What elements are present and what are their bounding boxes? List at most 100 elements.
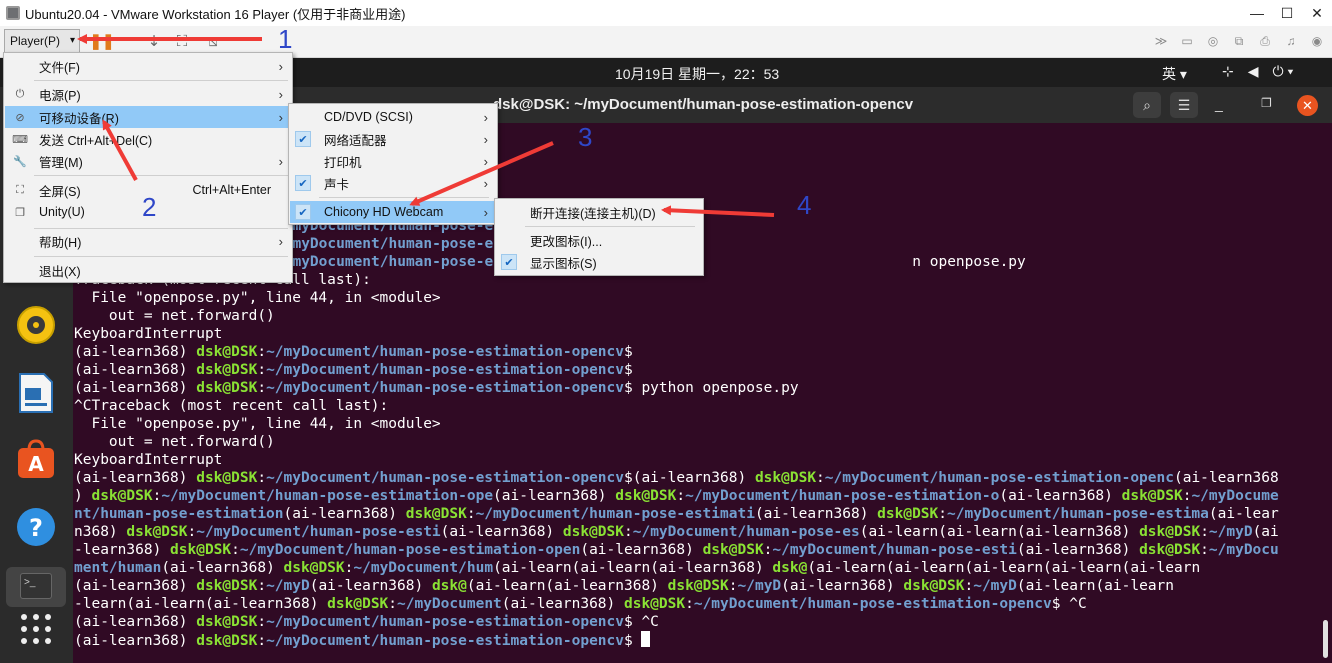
menu-item-removable-devices[interactable]: ⊘ 可移动设备(R) › (5, 106, 291, 128)
submenu-item-network-adapter[interactable]: ✔ 网络适配器 › (290, 128, 496, 150)
power-icon[interactable]: ⏻ ▾ (1273, 63, 1294, 80)
webcam-icon[interactable]: ◉ (1308, 31, 1326, 51)
terminal-text: (ai-learn368) (74, 380, 197, 396)
rhythmbox-icon[interactable] (14, 303, 58, 347)
hamburger-menu-icon[interactable]: ☰ (1170, 92, 1198, 118)
cd-dvd-icon[interactable]: ◎ (1204, 31, 1222, 51)
minimize-terminal-icon[interactable]: _ (1215, 96, 1223, 112)
terminal-text: out = net.forward() (74, 308, 275, 324)
terminal-text: (ai-learn368) (1016, 542, 1140, 558)
removable-device-icon: ⊘ (15, 111, 25, 124)
prompt-user: dsk@DSK (1121, 488, 1183, 504)
terminal-dock-item[interactable]: >_ (6, 567, 66, 607)
prompt-path: ~/myDocument/human-pose-estimation-openc… (266, 380, 624, 396)
fullscreen-icon[interactable]: ⛶ (172, 31, 192, 51)
hard-disk-icon[interactable]: ▭ (1178, 31, 1196, 51)
printer-icon[interactable]: ⎙ (1256, 31, 1274, 51)
terminal-title: dsk@DSK: ~/myDocument/human-pose-estimat… (493, 96, 914, 113)
terminal-line: (ai-learn368) dsk@DSK:~/myDocument/human… (74, 361, 633, 379)
menu-item-label: 文件(F) (39, 60, 80, 75)
terminal-text: (ai-learn(ai-learn(ai-learn368) (493, 560, 773, 576)
terminal-text: : (231, 542, 240, 558)
prompt-user: dsk@DSK (327, 596, 389, 612)
webcam-change-icon-item[interactable]: 更改图标(I)... (496, 229, 702, 251)
menu-item-help[interactable]: 帮助(H) › (5, 230, 291, 252)
webcam-show-icon-item[interactable]: ✔ 显示图标(S) (496, 251, 702, 273)
wrench-icon: 🔧 (13, 155, 27, 168)
minimize-button[interactable]: — (1242, 0, 1272, 26)
terminal-line: KeyboardInterrupt (74, 451, 222, 469)
prompt-user: dsk@DSK (615, 488, 677, 504)
unity-icon[interactable]: ⧅ (203, 31, 223, 51)
menu-item-send-ctrl-alt-del[interactable]: ⌨ 发送 Ctrl+Alt+Del(C) (5, 128, 291, 150)
terminal-text: : (964, 578, 974, 594)
terminal-text: : (624, 524, 633, 540)
network-icon[interactable]: ⊹ (1222, 63, 1234, 80)
terminal-text: (ai-learn368) (74, 614, 197, 630)
prompt-user: dsk@DSK (903, 578, 965, 594)
menu-item-label: 网络适配器 (324, 133, 387, 148)
player-menu-button[interactable]: Player(P) ▾ (4, 29, 80, 53)
maximize-terminal-icon[interactable]: ❐ (1261, 96, 1272, 110)
libreoffice-writer-icon[interactable] (14, 371, 58, 415)
terminal-text: (ai-learn368) (309, 578, 432, 594)
maximize-button[interactable]: ☐ (1272, 0, 1302, 26)
chevron-right-icon: › (483, 204, 488, 220)
pause-icon[interactable]: ❚❚ (89, 31, 114, 51)
menu-item-file[interactable]: 文件(F) › (5, 55, 291, 77)
terminal-text: : (257, 380, 267, 396)
terminal-text: (ai-learn368) (74, 362, 197, 378)
prompt-user: dsk@DSK (91, 488, 153, 504)
submenu-item-cd-dvd[interactable]: CD/DVD (SCSI) › (290, 106, 496, 128)
close-window-button[interactable]: ✕ (1302, 0, 1332, 26)
player-menu-label: Player(P) (10, 34, 61, 48)
prompt-user: dsk@DSK (196, 380, 258, 396)
chevron-right-icon: › (483, 109, 488, 125)
menu-item-label: Chicony HD Webcam (324, 205, 444, 219)
keyboard-icon: ⌨ (12, 133, 28, 146)
terminal-text: File "openpose.py", line 44, in <module> (74, 416, 441, 432)
terminal-line: ment/human(ai-learn368) dsk@DSK:~/myDocu… (74, 559, 1200, 577)
volume-icon[interactable]: ◀ (1248, 63, 1259, 80)
terminal-text: ^CTraceback (most recent call last): (74, 398, 389, 414)
prompt-user: dsk@DSK (667, 578, 729, 594)
prompt-user: dsk@DSK (196, 344, 258, 360)
menu-item-label: 断开连接(连接主机)(D) (530, 206, 656, 221)
menu-item-label: 打印机 (324, 155, 362, 170)
terminal-scrollbar[interactable] (1323, 620, 1328, 658)
menu-item-power[interactable]: ⏻ 电源(P) › (5, 83, 291, 105)
prompt-path: ment/human (74, 560, 162, 576)
submenu-item-printer[interactable]: 打印机 › (290, 150, 496, 172)
terminal-text: (ai-learn368) (74, 633, 197, 649)
input-method-indicator[interactable]: 英 ▾ (1162, 64, 1187, 84)
menu-item-exit[interactable]: 退出(X) (5, 259, 291, 281)
menu-item-label: Unity(U) (39, 205, 85, 219)
network-adapter-icon[interactable]: ⧉ (1230, 31, 1248, 51)
terminal-icon: >_ (20, 573, 52, 599)
submenu-item-sound-card[interactable]: ✔ 声卡 › (290, 172, 496, 194)
clock[interactable]: 10月19日 星期一，22：53 (615, 64, 779, 84)
submenu-item-webcam[interactable]: ✔ Chicony HD Webcam › (290, 201, 496, 223)
sound-card-icon[interactable]: ♫ (1282, 31, 1300, 51)
prompt-path: ~/myDocument/human-pose-e (275, 254, 494, 270)
power-icon: ⏻ (15, 87, 25, 100)
ubuntu-software-icon[interactable]: A (14, 437, 58, 481)
terminal-text: $ ^C (623, 614, 659, 630)
fullscreen-icon: ⛶ (16, 183, 24, 196)
prompt-path: ~/myD (737, 578, 782, 594)
more-devices-icon[interactable]: ≫ (1152, 31, 1170, 51)
search-icon[interactable]: ⌕ (1133, 92, 1161, 118)
terminal-text: (ai-learn(ai-learn (1016, 578, 1175, 594)
send-ctrl-alt-del-icon[interactable]: ⇣ (144, 31, 164, 51)
close-terminal-icon[interactable]: ✕ (1297, 95, 1318, 116)
checkmark-icon: ✔ (295, 204, 311, 220)
help-icon[interactable]: ? (14, 505, 58, 549)
prompt-path: nt/human-pose-estimation (74, 506, 284, 522)
terminal-line: ~/myDocument/human-pose-e (275, 235, 493, 253)
menu-separator (34, 80, 288, 81)
menu-item-label: 全屏(S) (39, 184, 81, 199)
menu-item-manage[interactable]: 🔧 管理(M) › (5, 150, 291, 172)
menu-item-label: 可移动设备(R) (39, 111, 119, 126)
webcam-disconnect-item[interactable]: 断开连接(连接主机)(D) (496, 201, 702, 223)
show-applications-icon[interactable] (14, 607, 58, 651)
